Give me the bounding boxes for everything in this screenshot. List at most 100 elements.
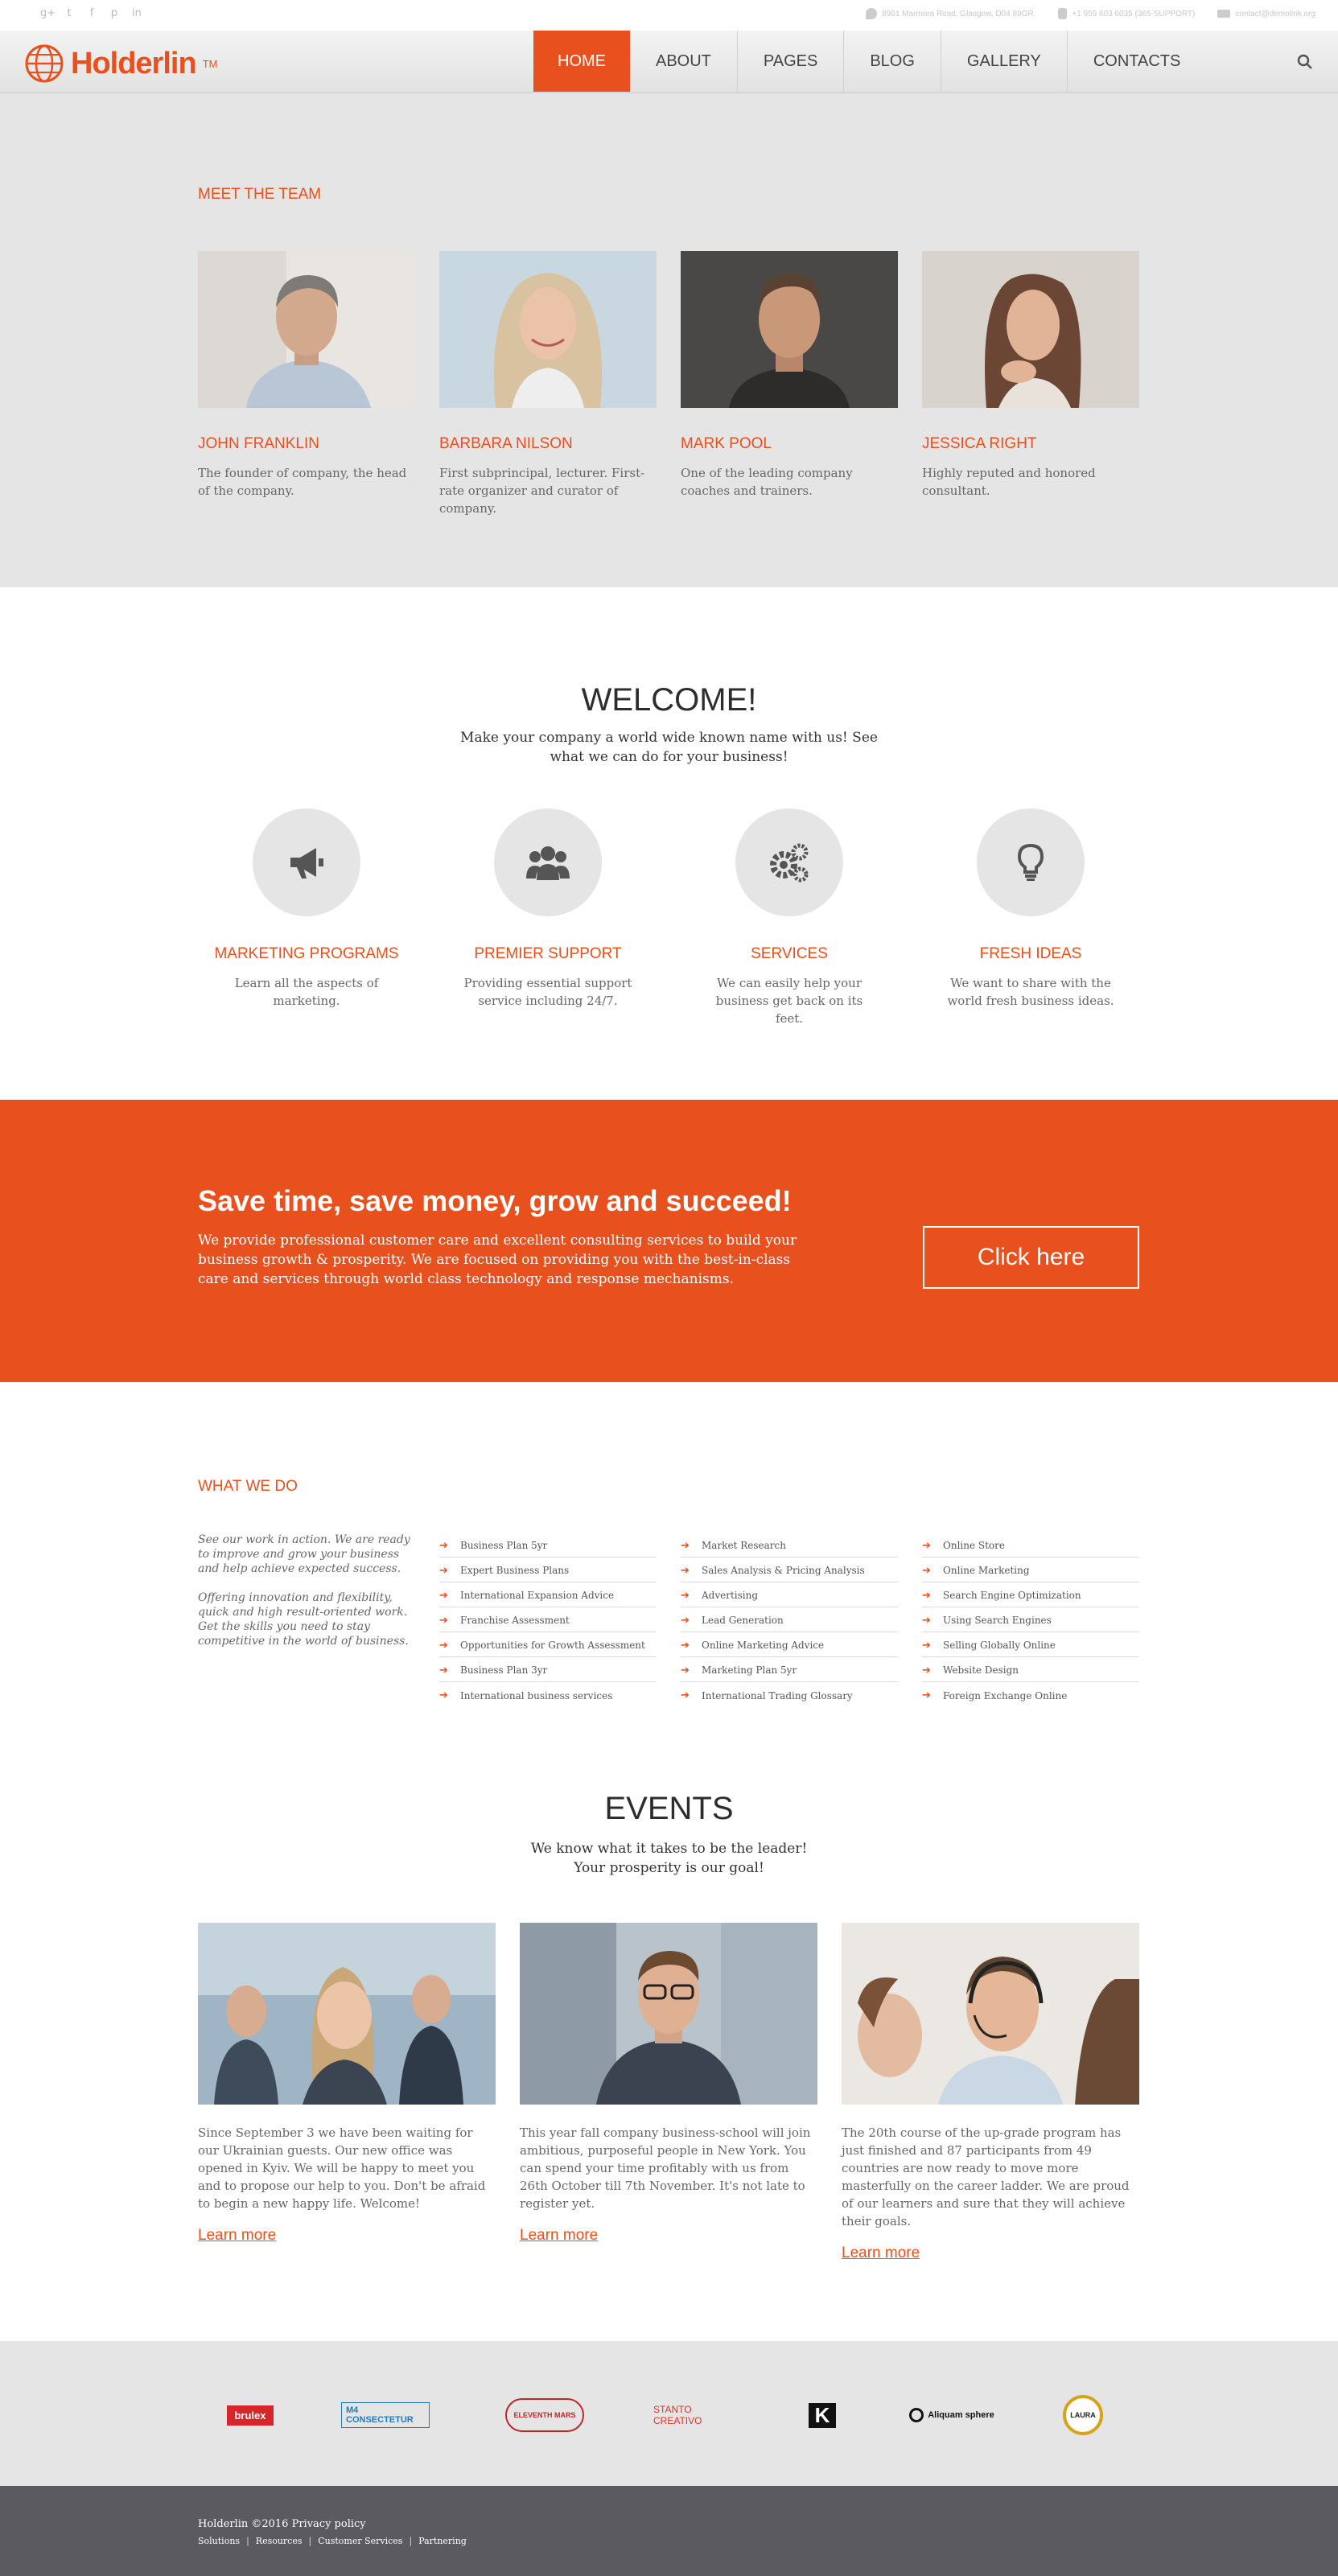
team-section: MEET THE TEAM JOHN FRANKLIN The founder … <box>0 93 1338 587</box>
search-icon[interactable] <box>1297 54 1313 70</box>
partner-logo-brulex[interactable]: brulex <box>222 2397 278 2433</box>
event-text: The 20th course of the up-grade program … <box>842 2125 1130 2228</box>
email-link[interactable]: contact@demolink.org <box>1235 10 1315 19</box>
arrow-right-icon: ➔ <box>922 1664 931 1677</box>
learn-more-link[interactable]: Learn more <box>198 2227 276 2245</box>
list-item[interactable]: ➔ Opportunities for Growth Assessment <box>439 1632 657 1657</box>
nav-blog[interactable]: BLOG <box>844 31 941 92</box>
what-we-do-intro: See our work in action. We are ready to … <box>198 1533 415 1648</box>
logo[interactable]: Holderlin TM <box>24 43 217 84</box>
nav-about[interactable]: ABOUT <box>630 31 738 92</box>
footer-link[interactable]: Resources <box>256 2536 303 2546</box>
learn-more-link[interactable]: Learn more <box>520 2227 598 2245</box>
team-member-photo[interactable] <box>922 251 1139 408</box>
event-photo[interactable] <box>842 1923 1139 2105</box>
event-photo[interactable] <box>520 1923 817 2105</box>
list-item-label: Lead Generation <box>702 1615 784 1626</box>
list-item-label: Franchise Assessment <box>460 1615 570 1626</box>
list-item[interactable]: ➔ International business services <box>439 1682 657 1707</box>
arrow-right-icon: ➔ <box>922 1614 931 1627</box>
team-member-name[interactable]: BARBARA NILSON <box>439 435 657 453</box>
list-item[interactable]: ➔ Online Marketing Advice <box>681 1632 898 1657</box>
feature-title[interactable]: MARKETING PROGRAMS <box>202 945 411 963</box>
partner-logo-aliquam[interactable]: Aliquam sphere <box>908 2397 996 2433</box>
event-photo[interactable] <box>198 1923 496 2105</box>
list-item[interactable]: ➔ Using Search Engines <box>922 1607 1139 1632</box>
learn-more-link[interactable]: Learn more <box>842 2245 920 2262</box>
social-links: g+ t f p in <box>40 7 143 20</box>
list-item[interactable]: ➔ Advertising <box>681 1582 898 1607</box>
phone-text[interactable]: +1 959 603 6035 (365-SUPPORT) <box>1072 10 1195 19</box>
list-item[interactable]: ➔ International Expansion Advice <box>439 1582 657 1607</box>
list-item[interactable]: ➔ Franchise Assessment <box>439 1607 657 1632</box>
list-item[interactable]: ➔ Online Store <box>922 1533 1139 1558</box>
team-member: BARBARA NILSON First subprincipal, lectu… <box>439 251 657 517</box>
list-item[interactable]: ➔ Business Plan 3yr <box>439 1657 657 1682</box>
partner-logo-stanto[interactable]: STANTO CREATIVO <box>653 2397 742 2433</box>
partner-logo-laura[interactable]: LAURA <box>1059 2395 1107 2435</box>
nav-home[interactable]: HOME <box>533 31 630 92</box>
list-item-label: Online Marketing Advice <box>702 1640 825 1651</box>
footer-separator: | <box>246 2536 249 2546</box>
arrow-right-icon: ➔ <box>439 1614 448 1627</box>
pinterest-icon[interactable]: p <box>108 7 121 20</box>
partner-logo-eleventh-mars[interactable]: ELEVENTH MARS <box>500 2397 589 2433</box>
arrow-right-icon: ➔ <box>681 1614 690 1627</box>
list-item[interactable]: ➔ Sales Analysis & Pricing Analysis <box>681 1558 898 1582</box>
partner-logo-k[interactable]: K <box>798 2397 846 2433</box>
linkedin-icon[interactable]: in <box>130 7 143 20</box>
cta-text: We provide professional customer care an… <box>198 1232 797 1287</box>
team-member-name[interactable]: JOHN FRANKLIN <box>198 435 415 453</box>
footer-link[interactable]: Customer Services <box>318 2536 402 2546</box>
event-card: This year fall company business-school w… <box>520 1923 817 2245</box>
list-item[interactable]: ➔ Marketing Plan 5yr <box>681 1657 898 1682</box>
events-subtitle-line: Your prosperity is our goal! <box>574 1860 764 1876</box>
list-item[interactable]: ➔ Website Design <box>922 1657 1139 1682</box>
event-card: The 20th course of the up-grade program … <box>842 1923 1139 2262</box>
google-plus-icon[interactable]: g+ <box>40 7 56 20</box>
list-item-label: Selling Globally Online <box>943 1640 1056 1651</box>
list-item-label: International Trading Glossary <box>702 1689 853 1702</box>
list-item-label: Online Store <box>943 1540 1005 1551</box>
footer-copyright[interactable]: Holderlin ©2016 Privacy policy <box>198 2518 366 2530</box>
team-member-name[interactable]: MARK POOL <box>681 435 898 453</box>
facebook-icon[interactable]: f <box>85 7 98 20</box>
nav-contacts[interactable]: CONTACTS <box>1068 31 1207 92</box>
team-member-photo[interactable] <box>439 251 657 408</box>
list-item[interactable]: ➔ Selling Globally Online <box>922 1632 1139 1657</box>
team-member-photo[interactable] <box>681 251 898 408</box>
nav-pages[interactable]: PAGES <box>738 31 845 92</box>
feature-title[interactable]: SERVICES <box>685 945 894 963</box>
list-item[interactable]: ➔ Search Engine Optimization <box>922 1582 1139 1607</box>
team-member: JOHN FRANKLIN The founder of company, th… <box>198 251 415 500</box>
partner-logo-m4[interactable]: M4 CONSECTETUR <box>341 2397 430 2433</box>
list-item[interactable]: ➔ International Trading Glossary <box>681 1682 898 1707</box>
team-member-name[interactable]: JESSICA RIGHT <box>922 435 1139 453</box>
feature-title[interactable]: FRESH IDEAS <box>926 945 1135 963</box>
list-item-label: Online Marketing <box>943 1565 1030 1576</box>
cta-title: Save time, save money, grow and succeed! <box>198 1184 792 1217</box>
twitter-icon[interactable]: t <box>63 7 76 20</box>
list-item-label: Using Search Engines <box>943 1615 1052 1626</box>
click-here-button[interactable]: Click here <box>923 1226 1139 1289</box>
list-item[interactable]: ➔ Expert Business Plans <box>439 1558 657 1582</box>
feature-title[interactable]: PREMIER SUPPORT <box>443 945 653 963</box>
footer-link[interactable]: Partnering <box>418 2536 467 2546</box>
list-item[interactable]: ➔ Market Research <box>681 1533 898 1558</box>
nav-gallery[interactable]: GALLERY <box>941 31 1068 92</box>
list-item[interactable]: ➔ Business Plan 5yr <box>439 1533 657 1558</box>
main-nav: HOME ABOUT PAGES BLOG GALLERY CONTACTS <box>533 31 1206 92</box>
team-member-photo[interactable] <box>198 251 415 408</box>
partner-logo-text: ELEVENTH MARS <box>505 2398 584 2432</box>
services-list: ➔ Market Research ➔ Sales Analysis & Prici… <box>681 1533 898 1707</box>
list-item-label: Advertising <box>702 1590 759 1601</box>
list-item[interactable]: ➔ Foreign Exchange Online <box>922 1682 1139 1707</box>
footer-link[interactable]: Solutions <box>198 2536 240 2546</box>
partner-logo-text: M4 CONSECTETUR <box>341 2402 430 2428</box>
list-item-label: Search Engine Optimization <box>943 1590 1081 1601</box>
list-item[interactable]: ➔ Online Marketing <box>922 1558 1139 1582</box>
globe-logo-icon <box>25 44 64 83</box>
footer-separator: | <box>409 2536 413 2546</box>
list-item[interactable]: ➔ Lead Generation <box>681 1607 898 1632</box>
arrow-right-icon: ➔ <box>681 1539 690 1552</box>
